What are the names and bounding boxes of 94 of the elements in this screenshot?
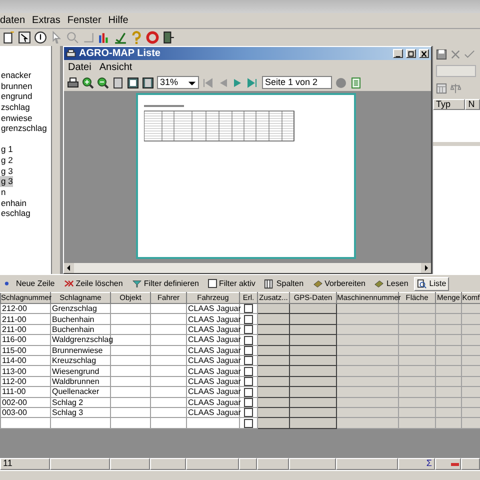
- toolbar-button[interactable]: Spalten: [261, 276, 307, 290]
- table-cell: 115-00: [0, 345, 50, 356]
- table-cell: 211-00: [0, 314, 50, 324]
- checkbox[interactable]: [244, 377, 253, 386]
- new-document-icon[interactable]: [2, 31, 15, 44]
- table-cell: 211-00: [0, 324, 50, 335]
- menu-item[interactable]: Ansicht: [99, 62, 132, 72]
- toolbar-button[interactable]: Vorbereiten: [310, 276, 368, 290]
- table-cell: 113-00: [0, 366, 50, 376]
- exit-icon[interactable]: [162, 31, 175, 44]
- summary-cell: [110, 458, 150, 470]
- checkbox[interactable]: [244, 418, 253, 428]
- table-cell: 111-00: [0, 386, 50, 398]
- toolbar-button[interactable]: Neue Zeile: [1, 276, 58, 290]
- calendar-icon[interactable]: [436, 82, 447, 94]
- tree-item[interactable]: brunnen: [0, 80, 32, 92]
- tree-item[interactable]: engrund: [0, 91, 32, 102]
- zoom-out-icon[interactable]: [97, 76, 109, 88]
- minimize-button[interactable]: [393, 49, 403, 58]
- table-cell: 002-00: [0, 397, 50, 408]
- summary-cell: [289, 458, 336, 470]
- column-header[interactable]: N: [465, 99, 480, 110]
- checkbox[interactable]: Filter aktiv: [204, 276, 258, 290]
- summary-cell: [186, 458, 239, 470]
- table-cell: 212-00: [0, 304, 50, 314]
- tree-item[interactable]: enacker: [0, 70, 32, 81]
- checkbox[interactable]: [244, 304, 253, 314]
- menu-item[interactable]: Hilfe: [108, 15, 128, 26]
- toolbar-button[interactable]: Filter definieren: [128, 276, 202, 290]
- checkbox[interactable]: [244, 388, 253, 397]
- funnel-icon: [132, 278, 142, 288]
- table-cell: 116-00: [0, 334, 50, 346]
- page-width-icon[interactable]: [127, 76, 139, 88]
- horizontal-scrollbar[interactable]: [64, 263, 431, 273]
- menu-item[interactable]: Datei: [68, 62, 92, 72]
- scroll-left-icon[interactable]: [64, 263, 74, 273]
- info-icon[interactable]: [34, 31, 47, 44]
- card-icon: [312, 278, 323, 288]
- summary-cell: [150, 458, 186, 470]
- card-icon: [374, 278, 384, 288]
- summary-cell: [257, 458, 289, 470]
- table-cell: 114-00: [0, 355, 50, 366]
- checkbox[interactable]: [244, 366, 253, 376]
- magnifier-icon: [417, 278, 428, 288]
- checkbox[interactable]: [244, 314, 253, 324]
- zoom-dropdown[interactable]: 31%: [157, 76, 199, 89]
- checkbox[interactable]: [244, 336, 253, 345]
- tree-item[interactable]: g 3: [0, 176, 13, 187]
- window-title: AGRO-MAP Liste: [79, 48, 162, 59]
- column-header[interactable]: Typ: [433, 99, 466, 110]
- table-cell: 112-00: [0, 376, 50, 387]
- checkbox[interactable]: [244, 325, 253, 334]
- print-icon[interactable]: [67, 76, 79, 88]
- menu-item[interactable]: Fenster: [67, 15, 102, 26]
- select-icon[interactable]: [18, 31, 31, 44]
- checkbox[interactable]: [244, 408, 253, 418]
- tree-item[interactable]: grenzschlag: [0, 123, 47, 134]
- toolbar-button[interactable]: Zeile löschen: [60, 276, 126, 290]
- menu-item[interactable]: Extras: [32, 15, 60, 26]
- sum-icon[interactable]: Σ: [426, 459, 434, 469]
- columns-icon: [264, 278, 274, 288]
- save-icon[interactable]: [436, 48, 447, 60]
- bar-chart-icon[interactable]: [98, 31, 111, 44]
- printer-icon: [66, 48, 76, 58]
- table-cell: 003-00: [0, 407, 50, 418]
- zoom-in-icon[interactable]: [82, 76, 94, 88]
- tree-item[interactable]: enhain: [0, 198, 27, 208]
- scroll-right-icon[interactable]: [421, 263, 431, 273]
- summary-cell: [239, 458, 257, 470]
- summary-cell: [50, 458, 110, 470]
- checkmark-icon[interactable]: [464, 48, 475, 60]
- chart-check-icon[interactable]: [114, 31, 127, 44]
- tree-item[interactable]: g 3: [0, 166, 13, 176]
- checkbox[interactable]: [244, 356, 253, 366]
- menu-item[interactable]: daten: [0, 15, 26, 26]
- close-icon: [420, 50, 428, 58]
- document-icon[interactable]: [350, 76, 362, 88]
- page-field[interactable]: Seite 1 von 2: [262, 76, 332, 89]
- maximize-icon: [407, 50, 415, 58]
- tree-item[interactable]: g 2: [0, 154, 13, 166]
- close-button[interactable]: [419, 49, 429, 58]
- tree-item[interactable]: eschlag: [0, 208, 30, 219]
- tree-item[interactable]: zschlag: [0, 102, 30, 113]
- toolbar-button[interactable]: Lesen: [371, 276, 412, 290]
- lifebuoy-icon[interactable]: [146, 31, 159, 44]
- tree-item[interactable]: g 1: [0, 144, 13, 155]
- tree-item[interactable]: enwiese: [0, 112, 32, 124]
- delete-row-icon: [64, 278, 74, 288]
- maximize-button[interactable]: [406, 49, 416, 58]
- full-page-icon[interactable]: [142, 76, 154, 88]
- total-count: 11: [0, 458, 50, 470]
- tree-item[interactable]: n: [0, 186, 6, 198]
- page-icon[interactable]: [112, 76, 124, 88]
- toolbar-button[interactable]: Liste: [414, 276, 450, 290]
